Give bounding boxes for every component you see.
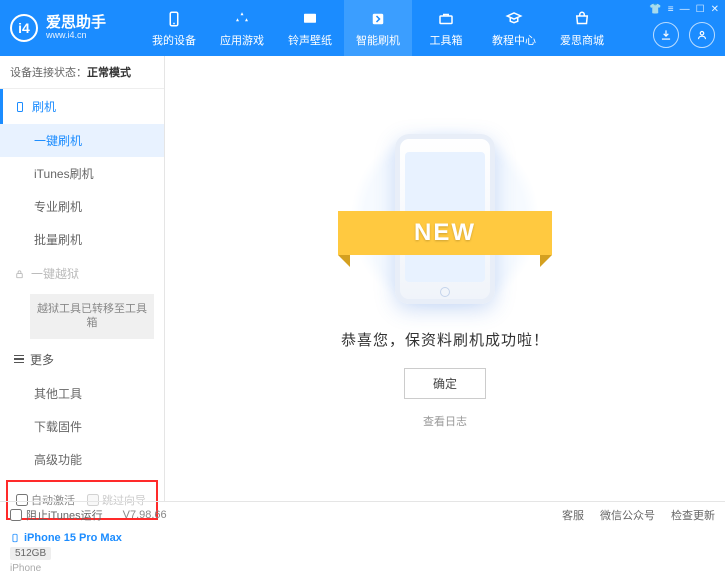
media-icon bbox=[300, 9, 320, 29]
footer: 阻止iTunes运行 V7.98.66 客服 微信公众号 检查更新 bbox=[0, 501, 725, 527]
sidebar-item-pro[interactable]: 专业刷机 bbox=[0, 190, 164, 223]
footer-link-support[interactable]: 客服 bbox=[562, 507, 584, 523]
success-illustration: NEW bbox=[360, 129, 530, 309]
sidebar-group-jailbreak: 一键越狱 bbox=[0, 256, 164, 291]
app-header: i4 爱思助手 www.i4.cn 我的设备 应用游戏 铃声壁纸 智能刷机 工具… bbox=[0, 0, 725, 56]
app-url: www.i4.cn bbox=[46, 31, 106, 41]
tutorial-icon bbox=[504, 9, 524, 29]
connection-status: 设备连接状态：正常模式 bbox=[0, 56, 164, 89]
sidebar-item-batch[interactable]: 批量刷机 bbox=[0, 223, 164, 256]
footer-link-update[interactable]: 检查更新 bbox=[671, 507, 715, 523]
sidebar-item-oneclick[interactable]: 一键刷机 bbox=[0, 124, 164, 157]
nav-tab-tools[interactable]: 工具箱 bbox=[412, 0, 480, 56]
version-label: V7.98.66 bbox=[123, 509, 167, 521]
success-message: 恭喜您，保资料刷机成功啦！ bbox=[341, 329, 549, 350]
checkbox-block-itunes[interactable]: 阻止iTunes运行 bbox=[10, 507, 103, 523]
sidebar-group-flash[interactable]: 刷机 bbox=[0, 89, 164, 124]
device-name: iPhone 15 Pro Max bbox=[24, 532, 122, 544]
nav-tab-apps[interactable]: 应用游戏 bbox=[208, 0, 276, 56]
footer-link-wechat[interactable]: 微信公众号 bbox=[600, 507, 655, 523]
nav-tabs: 我的设备 应用游戏 铃声壁纸 智能刷机 工具箱 教程中心 爱思商城 bbox=[140, 0, 616, 56]
sidebar-item-firmware[interactable]: 下载固件 bbox=[0, 410, 164, 443]
nav-tab-store[interactable]: 爱思商城 bbox=[548, 0, 616, 56]
maximize-icon[interactable]: ☐ bbox=[696, 4, 705, 15]
flash-icon bbox=[368, 9, 388, 29]
device-icon bbox=[14, 100, 26, 114]
phone-icon bbox=[164, 9, 184, 29]
main-panel: NEW 恭喜您，保资料刷机成功啦！ 确定 查看日志 bbox=[165, 56, 725, 501]
new-ribbon: NEW bbox=[338, 211, 552, 255]
nav-tab-tutorial[interactable]: 教程中心 bbox=[480, 0, 548, 56]
window-controls: 👕 ≡ — ☐ ✕ bbox=[649, 4, 719, 15]
nav-tab-device[interactable]: 我的设备 bbox=[140, 0, 208, 56]
sidebar: 设备连接状态：正常模式 刷机 一键刷机 iTunes刷机 专业刷机 批量刷机 一… bbox=[0, 56, 165, 501]
sidebar-item-other[interactable]: 其他工具 bbox=[0, 377, 164, 410]
view-log-link[interactable]: 查看日志 bbox=[423, 413, 467, 429]
nav-tab-flash[interactable]: 智能刷机 bbox=[344, 0, 412, 56]
apps-icon bbox=[232, 9, 252, 29]
device-info[interactable]: iPhone 15 Pro Max 512GB iPhone bbox=[0, 524, 164, 582]
skin-icon[interactable]: 👕 bbox=[649, 4, 661, 15]
device-type: iPhone bbox=[10, 563, 154, 574]
store-icon bbox=[572, 9, 592, 29]
download-button[interactable] bbox=[653, 22, 679, 48]
sidebar-item-advanced[interactable]: 高级功能 bbox=[0, 443, 164, 476]
device-storage: 512GB bbox=[10, 547, 51, 560]
sidebar-item-itunes[interactable]: iTunes刷机 bbox=[0, 157, 164, 190]
confirm-button[interactable]: 确定 bbox=[404, 368, 486, 399]
hamburger-icon bbox=[14, 355, 24, 364]
close-icon[interactable]: ✕ bbox=[711, 4, 719, 15]
app-name: 爱思助手 bbox=[46, 15, 106, 32]
jailbreak-note[interactable]: 越狱工具已转移至工具箱 bbox=[30, 294, 154, 339]
minimize-icon[interactable]: — bbox=[680, 4, 690, 15]
menu-icon[interactable]: ≡ bbox=[668, 4, 674, 15]
lock-icon bbox=[14, 268, 25, 280]
logo-icon: i4 bbox=[10, 14, 38, 42]
logo-area: i4 爱思助手 www.i4.cn bbox=[10, 14, 140, 42]
nav-tab-media[interactable]: 铃声壁纸 bbox=[276, 0, 344, 56]
sidebar-group-more[interactable]: 更多 bbox=[0, 342, 164, 377]
toolbox-icon bbox=[436, 9, 456, 29]
user-button[interactable] bbox=[689, 22, 715, 48]
phone-small-icon bbox=[10, 532, 20, 544]
